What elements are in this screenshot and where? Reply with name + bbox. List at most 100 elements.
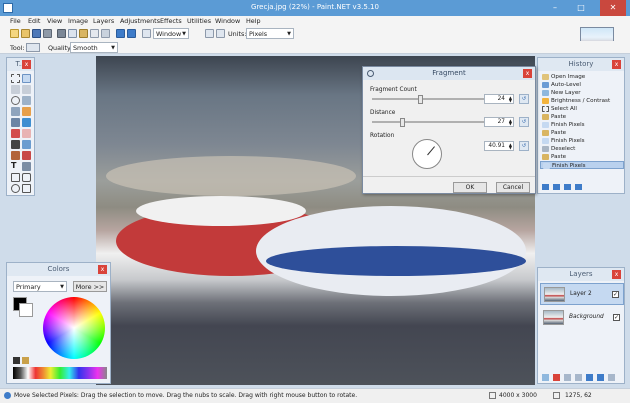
- pencil-icon[interactable]: [11, 140, 20, 149]
- ok-button[interactable]: OK: [453, 182, 487, 193]
- grid-icon[interactable]: [205, 29, 214, 38]
- copy-icon[interactable]: [68, 29, 77, 38]
- rectangle-select-icon[interactable]: [11, 74, 20, 83]
- menu-layers[interactable]: Layers: [93, 17, 114, 25]
- maximize-button[interactable]: □: [570, 0, 592, 16]
- rotation-dial[interactable]: [412, 139, 442, 169]
- spinner-icon[interactable]: ▲ ▼: [509, 143, 512, 150]
- text-tool-icon[interactable]: T: [11, 162, 20, 171]
- history-item[interactable]: Paste: [540, 153, 624, 161]
- redo-icon[interactable]: [127, 29, 136, 38]
- paste-icon[interactable]: [79, 29, 88, 38]
- color-mode-select[interactable]: Primary ▼: [13, 281, 67, 292]
- reset-distance-icon[interactable]: ↺: [519, 117, 529, 127]
- fragment-count-slider[interactable]: [372, 95, 484, 104]
- rotation-input[interactable]: 40.91 ▲ ▼: [484, 141, 514, 151]
- close-window-button[interactable]: ✕: [600, 0, 626, 16]
- menu-effects[interactable]: Effects: [160, 17, 182, 25]
- move-layer-up-icon[interactable]: [586, 374, 593, 381]
- tools-panel-close-button[interactable]: x: [22, 60, 31, 69]
- more-colors-button[interactable]: More >>: [73, 281, 107, 292]
- cut-icon[interactable]: [57, 29, 66, 38]
- freeform-shape-icon[interactable]: [22, 184, 31, 193]
- history-item[interactable]: Deselect: [540, 145, 624, 153]
- menu-file[interactable]: File: [10, 17, 21, 25]
- redo-icon[interactable]: [564, 184, 571, 190]
- fragment-count-input[interactable]: 24 ▲ ▼: [484, 94, 514, 104]
- recolor-icon[interactable]: [22, 151, 31, 160]
- eraser-icon[interactable]: [22, 129, 31, 138]
- crop-icon[interactable]: [90, 29, 99, 38]
- layer-row-selected[interactable]: Layer 2 ✓: [540, 283, 624, 305]
- add-layer-icon[interactable]: [542, 374, 549, 381]
- history-item[interactable]: Auto-Level: [540, 81, 624, 89]
- clone-stamp-icon[interactable]: [11, 151, 20, 160]
- deselect-icon[interactable]: [101, 29, 110, 38]
- paint-bucket-icon[interactable]: [11, 118, 20, 127]
- lasso-icon[interactable]: [11, 85, 20, 94]
- dialog-close-button[interactable]: x: [523, 69, 532, 78]
- layer-visibility-checkbox[interactable]: ✓: [613, 314, 620, 321]
- move-tool-icon[interactable]: [26, 43, 40, 52]
- ellipse-select-icon[interactable]: [11, 96, 20, 105]
- menu-adjustments[interactable]: Adjustments: [120, 17, 160, 25]
- history-panel-close-button[interactable]: x: [612, 60, 621, 69]
- move-selection-icon[interactable]: [22, 74, 31, 83]
- fast-forward-icon[interactable]: [575, 184, 582, 190]
- layer-row[interactable]: Background ✓: [540, 307, 624, 329]
- undo-icon[interactable]: [116, 29, 125, 38]
- history-item[interactable]: Open Image: [540, 73, 624, 81]
- zoom-icon[interactable]: [142, 29, 151, 38]
- slider-knob[interactable]: [400, 118, 405, 127]
- menu-utilities[interactable]: Utilities: [187, 17, 211, 25]
- distance-input[interactable]: 27 ▲ ▼: [484, 117, 514, 127]
- duplicate-layer-icon[interactable]: [564, 374, 571, 381]
- reset-rotation-icon[interactable]: ↺: [519, 141, 529, 151]
- color-picker-icon[interactable]: [22, 140, 31, 149]
- reset-colors-icon[interactable]: [13, 357, 20, 364]
- history-item[interactable]: Paste: [540, 129, 624, 137]
- history-item[interactable]: Select All: [540, 105, 624, 113]
- menu-edit[interactable]: Edit: [28, 17, 40, 25]
- color-wheel[interactable]: [43, 297, 105, 359]
- history-item[interactable]: Finish Pixels: [540, 137, 624, 145]
- color-palette[interactable]: [13, 367, 107, 379]
- menu-help[interactable]: Help: [246, 17, 261, 25]
- quality-select[interactable]: Smooth ▼: [70, 42, 118, 53]
- print-icon[interactable]: [43, 29, 52, 38]
- minimize-button[interactable]: –: [544, 0, 566, 16]
- colors-panel-close-button[interactable]: x: [98, 265, 107, 274]
- ellipse-shape-icon[interactable]: [11, 184, 20, 193]
- slider-knob[interactable]: [418, 95, 423, 104]
- save-icon[interactable]: [32, 29, 41, 38]
- zoom-select[interactable]: Window ▼: [153, 28, 189, 39]
- rectangle-shape-icon[interactable]: [11, 173, 20, 182]
- spinner-icon[interactable]: ▲ ▼: [509, 96, 512, 103]
- history-item[interactable]: New Layer: [540, 89, 624, 97]
- open-icon[interactable]: [21, 29, 30, 38]
- layers-panel-close-button[interactable]: x: [612, 270, 621, 279]
- rounded-rect-icon[interactable]: [22, 173, 31, 182]
- paintbrush-icon[interactable]: [11, 129, 20, 138]
- menu-window[interactable]: Window: [215, 17, 240, 25]
- layer-visibility-checkbox[interactable]: ✓: [612, 291, 619, 298]
- swap-colors-icon[interactable]: [22, 357, 29, 364]
- delete-layer-icon[interactable]: [553, 374, 560, 381]
- history-item-selected[interactable]: Finish Pixels: [540, 161, 624, 169]
- zoom-tool-icon[interactable]: [22, 96, 31, 105]
- distance-slider[interactable]: [372, 118, 484, 127]
- ruler-icon[interactable]: [216, 29, 225, 38]
- history-item[interactable]: Brightness / Contrast: [540, 97, 624, 105]
- magic-wand-icon[interactable]: [11, 107, 20, 116]
- cancel-button[interactable]: Cancel: [496, 182, 530, 193]
- menu-image[interactable]: Image: [68, 17, 88, 25]
- menu-view[interactable]: View: [47, 17, 62, 25]
- reset-fragment-count-icon[interactable]: ↺: [519, 94, 529, 104]
- layer-properties-icon[interactable]: [608, 374, 615, 381]
- history-item[interactable]: Finish Pixels: [540, 121, 624, 129]
- units-select[interactable]: Pixels ▼: [246, 28, 294, 39]
- history-item[interactable]: Paste: [540, 113, 624, 121]
- merge-layer-icon[interactable]: [575, 374, 582, 381]
- secondary-color-swatch[interactable]: [19, 303, 33, 317]
- move-pixels-icon[interactable]: [22, 85, 31, 94]
